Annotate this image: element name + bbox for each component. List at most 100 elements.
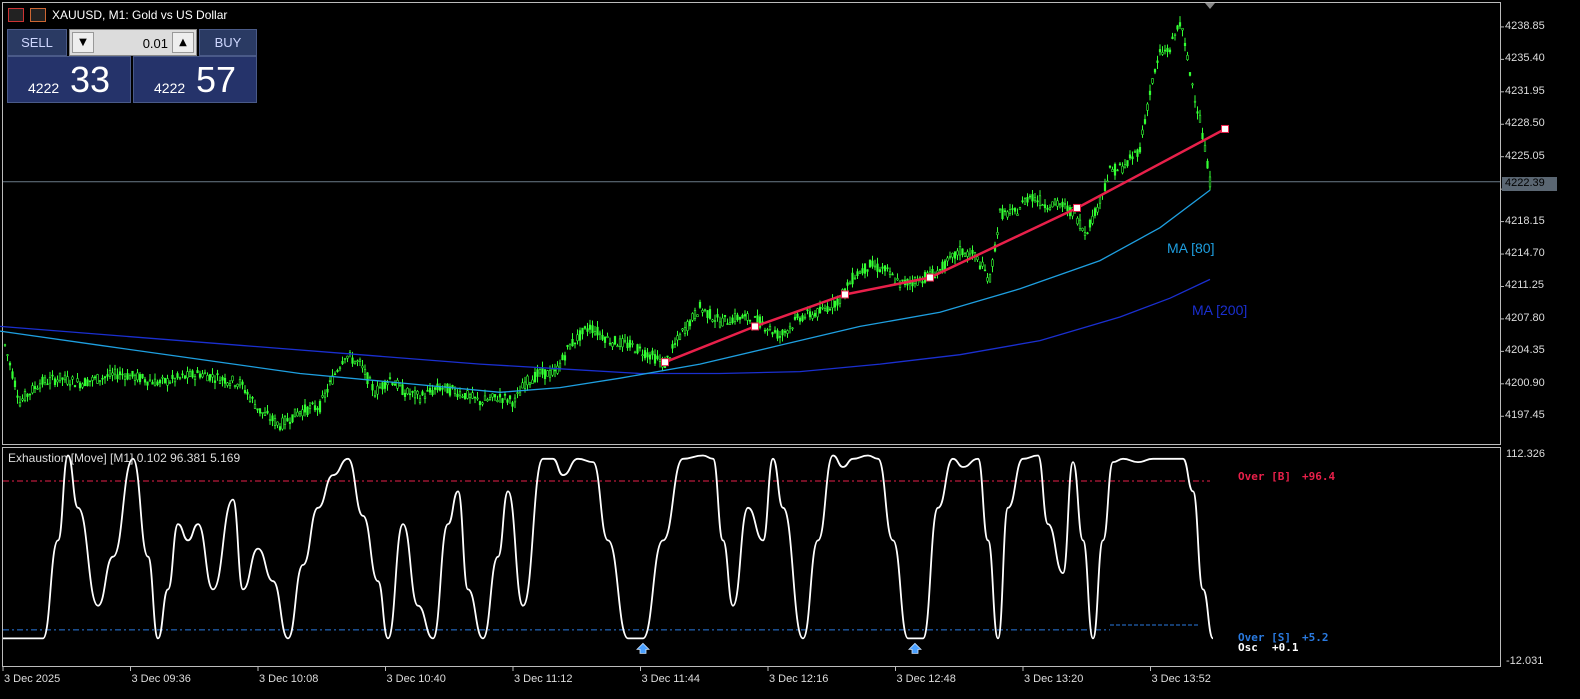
candle-body (766, 329, 769, 331)
candle-body (1193, 100, 1197, 103)
candle-body (956, 250, 959, 256)
candle-body (788, 325, 792, 329)
candle-body (586, 328, 589, 332)
candle-body (813, 312, 817, 317)
candle-body (256, 408, 259, 411)
ma200-line (0, 278, 1211, 375)
candle-body (76, 378, 79, 383)
candle-body (98, 380, 102, 383)
candle-body (488, 397, 492, 400)
chart-window-icon[interactable] (8, 8, 24, 22)
candle-body (51, 374, 54, 377)
candle-body (978, 265, 982, 270)
candle-body (771, 332, 774, 335)
candle-body (153, 378, 157, 387)
candle-body (113, 368, 117, 375)
candle-body (868, 259, 872, 268)
candle-body (463, 392, 467, 399)
candle-body (308, 405, 312, 409)
candle-body (633, 351, 637, 354)
candle-body (461, 396, 464, 398)
candle-body (333, 373, 337, 376)
candle-body (1063, 203, 1067, 205)
candle-body (951, 252, 954, 258)
candle-body (1196, 111, 1199, 114)
candle-body (983, 269, 987, 272)
candle-body (728, 322, 732, 325)
candle-body (1126, 160, 1129, 167)
candle-body (218, 380, 222, 384)
candle-body (231, 375, 234, 382)
candle-body (1056, 200, 1059, 207)
candle-body (808, 311, 812, 318)
candle-body (583, 326, 587, 329)
candle-body (1048, 207, 1052, 210)
candle-body (178, 377, 182, 379)
chart-type-icon[interactable] (30, 8, 46, 22)
candle-body (986, 277, 989, 282)
candle-body (236, 383, 239, 387)
candle-body (371, 384, 374, 391)
candle-body (88, 380, 92, 383)
buy-button[interactable]: BUY (199, 29, 257, 56)
candle-body (966, 251, 969, 257)
candle-body (168, 381, 172, 384)
candle-body (671, 344, 674, 349)
candle-body (281, 417, 284, 430)
lot-decrease-icon[interactable]: ▼ (72, 32, 94, 53)
sell-button[interactable]: SELL (7, 29, 67, 56)
candle-body (188, 371, 192, 377)
sell-price-small: 4222 (28, 80, 60, 96)
candle-body (158, 379, 162, 384)
candle-body (711, 319, 714, 322)
candle-body (1206, 160, 1209, 169)
candle-body (26, 393, 29, 397)
candle-body (133, 374, 137, 381)
candle-body (1163, 49, 1167, 52)
buy-price-box[interactable]: 4222 57 (133, 56, 257, 103)
candle-body (373, 395, 377, 398)
oscillator-line (2, 454, 1214, 640)
candle-body (1081, 227, 1084, 231)
price-tick-label: 4231.95 (1505, 84, 1545, 97)
candle-body (998, 208, 1002, 211)
candle-body (1043, 204, 1047, 209)
candle-body (221, 376, 224, 381)
candle-body (1026, 197, 1029, 203)
candle-body (618, 338, 622, 347)
lot-size-input[interactable] (96, 33, 170, 53)
candle-body (363, 368, 367, 375)
time-tick-label: 3 Dec 09:36 (131, 673, 191, 685)
candle-body (526, 375, 529, 386)
candle-body (1038, 195, 1042, 206)
candle-body (561, 354, 564, 361)
lot-size-control[interactable]: ▼ ▲ (69, 29, 197, 56)
candle-body (1198, 114, 1202, 123)
time-tick-label: 3 Dec 2025 (4, 673, 61, 685)
candle-body (71, 376, 74, 380)
chart-canvas[interactable] (0, 0, 1580, 699)
candle-body (478, 401, 482, 406)
candle-body (1138, 147, 1142, 153)
candle-body (1108, 165, 1112, 168)
candle-body (298, 411, 302, 415)
lot-increase-icon[interactable]: ▲ (172, 32, 194, 53)
candle-body (1078, 219, 1082, 229)
candle-body (476, 397, 479, 400)
candle-body (361, 365, 364, 369)
buy-price-big: 57 (196, 59, 237, 100)
trend-line[interactable] (661, 124, 1229, 367)
sell-price-box[interactable]: 4222 33 (7, 56, 131, 103)
candle-body (138, 374, 142, 383)
candle-body (996, 232, 999, 236)
time-tick-label: 3 Dec 13:52 (1151, 673, 1211, 685)
price-tick-label: 4238.85 (1505, 19, 1545, 32)
candle-body (1041, 204, 1044, 207)
trend-anchor-point (1073, 203, 1081, 212)
candle-body (826, 306, 829, 312)
candle-body (958, 246, 962, 256)
candle-body (506, 399, 509, 403)
candle-body (23, 391, 27, 401)
candle-body (1166, 47, 1169, 53)
candle-body (753, 316, 757, 318)
